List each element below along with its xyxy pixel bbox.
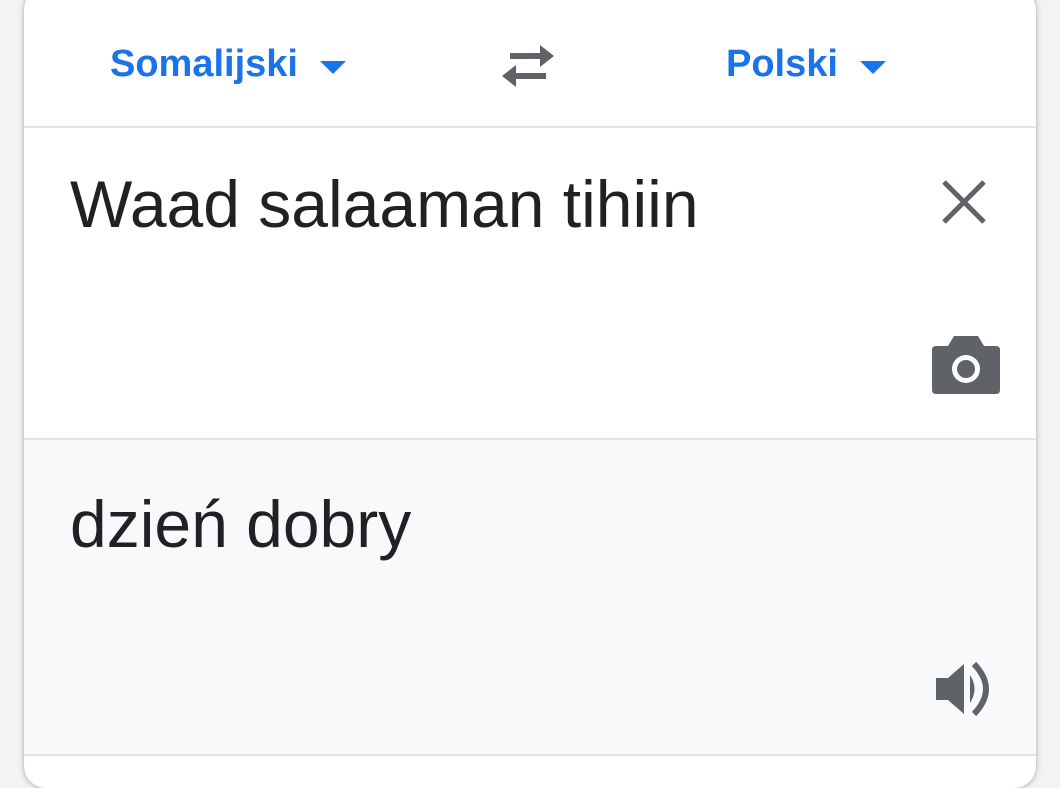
swap-languages-button[interactable] <box>496 36 560 96</box>
camera-button[interactable] <box>930 332 1002 398</box>
clear-button[interactable] <box>936 174 992 230</box>
translation-output-area: dzień dobry <box>24 438 1036 756</box>
camera-icon <box>932 336 1000 394</box>
swap-arrows-icon <box>502 45 554 87</box>
translate-card: Somalijski Polski Waad salaaman tihiin d… <box>24 0 1036 788</box>
chevron-down-icon <box>319 60 346 74</box>
target-language-button[interactable]: Polski <box>726 34 886 94</box>
language-bar: Somalijski Polski <box>24 0 1036 128</box>
speaker-icon <box>936 661 989 717</box>
divider <box>24 754 1036 756</box>
listen-button[interactable] <box>932 658 1002 720</box>
source-language-button[interactable]: Somalijski <box>110 34 346 94</box>
source-input-area[interactable]: Waad salaaman tihiin <box>24 128 1036 438</box>
chevron-down-icon <box>859 60 886 74</box>
target-language-label: Polski <box>726 42 838 85</box>
source-language-label: Somalijski <box>110 42 298 85</box>
translated-text: dzień dobry <box>70 487 412 561</box>
close-icon <box>942 180 986 224</box>
source-text[interactable]: Waad salaaman tihiin <box>70 166 699 242</box>
